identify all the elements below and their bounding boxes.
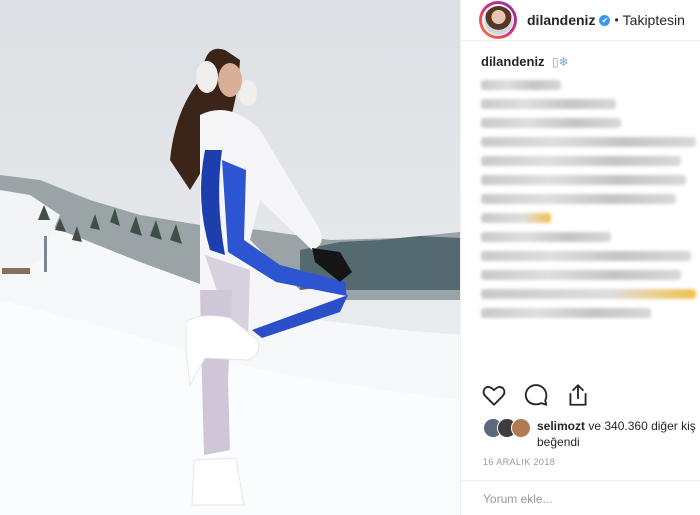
- liker-avatars[interactable]: [483, 418, 531, 438]
- header-username[interactable]: dilandeniz: [527, 12, 595, 28]
- blurred-caption-line: [481, 308, 651, 318]
- blurred-caption-line: [481, 213, 551, 223]
- comment-input[interactable]: Yorum ekle...: [461, 480, 700, 515]
- likes-suffix: beğendi: [537, 435, 580, 449]
- post-header: dilandeniz ✔ • Takiptesin: [461, 0, 700, 41]
- blurred-caption-line: [481, 99, 616, 109]
- blurred-caption-line: [481, 156, 681, 166]
- blurred-caption-line: [481, 194, 676, 204]
- blurred-caption-line: [481, 137, 696, 147]
- header-separator: •: [614, 13, 619, 27]
- caption-emoji: ▯❄: [552, 55, 569, 69]
- liker-username[interactable]: selimozt: [537, 419, 585, 433]
- verified-badge-icon: ✔: [599, 14, 611, 26]
- post-sidebar: dilandeniz ✔ • Takiptesin dilandeniz ▯❄: [460, 0, 700, 515]
- liker-avatar: [511, 418, 531, 438]
- likes-text: selimozt ve 340.360 diğer kiş beğendi: [537, 418, 696, 450]
- avatar[interactable]: [479, 1, 517, 39]
- share-icon[interactable]: [565, 382, 591, 408]
- blurred-caption-line: [481, 175, 686, 185]
- post-actions: [481, 382, 591, 408]
- blurred-caption-line: [481, 251, 691, 261]
- likes-summary: selimozt ve 340.360 diğer kiş beğendi: [483, 418, 700, 450]
- heart-icon[interactable]: [481, 382, 507, 408]
- post-photo[interactable]: [0, 0, 460, 515]
- blurred-caption-line: [481, 289, 696, 299]
- snow-scene-image: [0, 0, 460, 515]
- blurred-caption-line: [481, 270, 681, 280]
- comment-icon[interactable]: [523, 382, 549, 408]
- avatar-image: [483, 5, 513, 35]
- blurred-caption-line: [481, 232, 611, 242]
- caption: dilandeniz ▯❄: [461, 41, 700, 318]
- blurred-caption-line: [481, 118, 621, 128]
- post-date[interactable]: 16 ARALIK 2018: [483, 457, 555, 467]
- follow-status-button[interactable]: Takiptesin: [623, 12, 685, 28]
- blurred-caption-line: [481, 80, 561, 90]
- caption-username[interactable]: dilandeniz: [481, 54, 545, 69]
- likes-count-text[interactable]: ve 340.360 diğer kiş: [588, 419, 695, 433]
